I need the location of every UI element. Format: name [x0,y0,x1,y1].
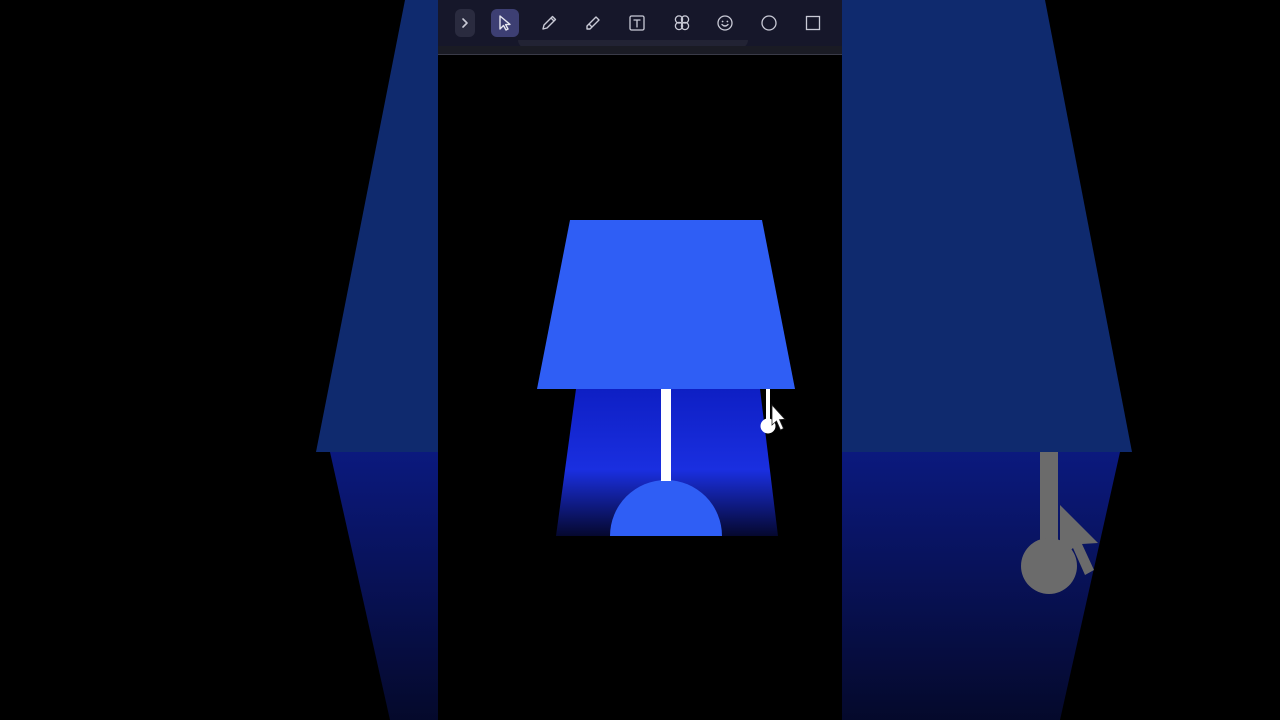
sticker-tool-button[interactable] [711,9,739,37]
highlighter-icon [586,16,600,30]
chevron-right-icon [462,18,468,28]
text-box-icon [629,15,645,31]
pen-tool-button[interactable] [535,9,563,37]
screen [0,0,1280,720]
drawing-canvas[interactable] [438,55,842,720]
select-tool-button[interactable] [491,9,519,37]
toolbar-divider [438,46,842,55]
square-icon [805,15,821,31]
pull-cord-shape[interactable] [766,389,770,423]
ellipse-tool-button[interactable] [755,9,783,37]
cursor-arrow-icon [499,15,511,31]
shapes-tool-button[interactable] [668,9,696,37]
smiley-icon [717,15,733,31]
highlighter-tool-button[interactable] [579,9,607,37]
drawing-app-window [438,0,842,720]
lamp-pole-shape[interactable] [661,389,671,481]
lamp-shade-shape[interactable] [537,220,795,389]
pencil-icon [542,15,557,30]
shapes-icon [674,15,690,31]
expand-toolbar-button[interactable] [455,9,475,37]
circle-icon [761,15,777,31]
rectangle-tool-button[interactable] [799,9,827,37]
text-tool-button[interactable] [623,9,651,37]
